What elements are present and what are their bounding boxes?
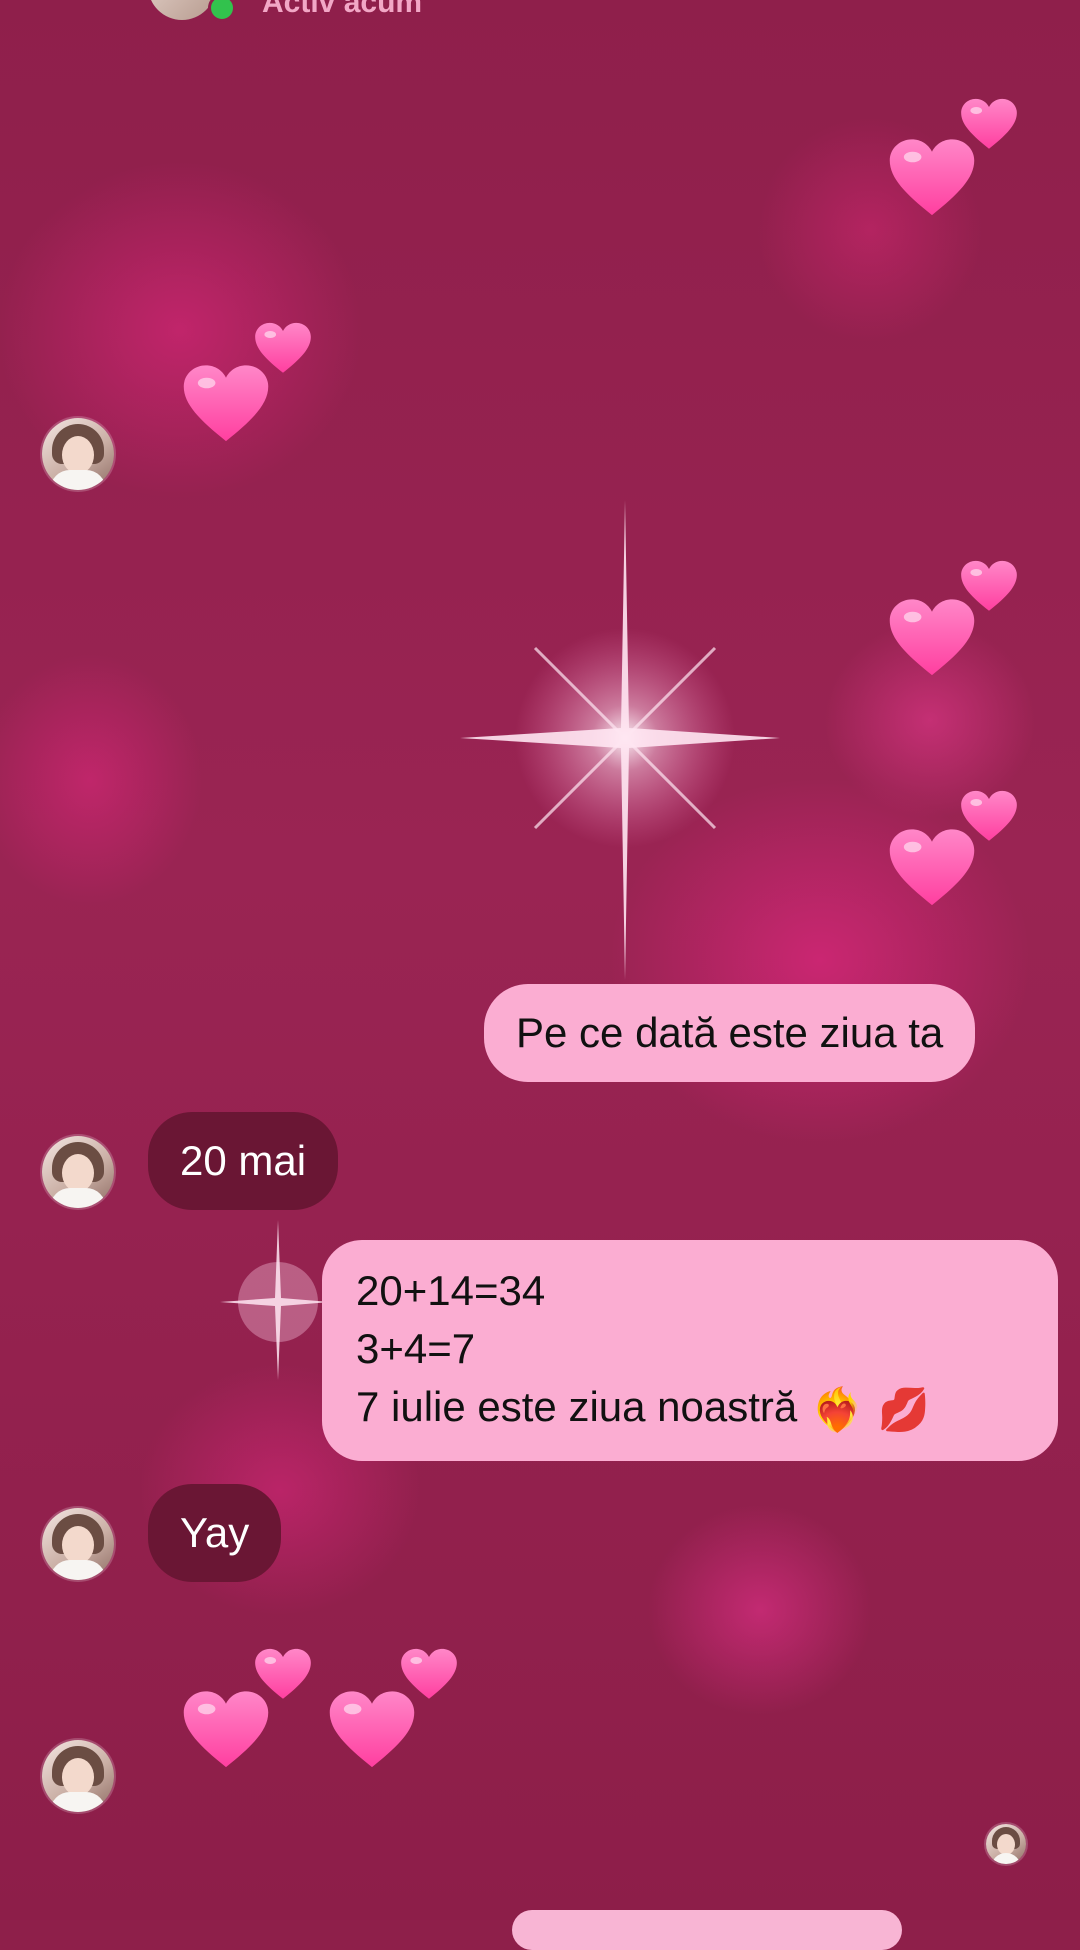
contact-status: Activ acum (262, 0, 423, 19)
chat-header: Activ acum (0, 0, 1080, 24)
two-hearts-icon[interactable] (328, 1648, 458, 1778)
contact-avatar[interactable] (42, 418, 114, 490)
message-bubble-outgoing[interactable]: 20+14=34 3+4=7 7 iulie este ziua noastră… (322, 1240, 1058, 1461)
message-text-line: 3+4=7 (356, 1325, 476, 1372)
message-bubble-incoming[interactable]: Yay (148, 1484, 282, 1582)
kiss-mark-icon: 💋 (877, 1385, 930, 1433)
heart-on-fire-icon: ❤️‍🔥 (811, 1385, 864, 1433)
two-hearts-icon[interactable] (182, 322, 312, 452)
two-hearts-icon[interactable] (888, 790, 1018, 920)
message-text-line: 20+14=34 (356, 1267, 546, 1314)
message-text-line: 7 iulie este ziua noastră ❤️‍🔥 💋 (356, 1378, 1024, 1439)
next-message-bubble[interactable] (512, 1910, 902, 1950)
message-bubble-outgoing[interactable]: Pe ce dată este ziua ta (484, 984, 976, 1082)
seen-avatar (986, 1824, 1026, 1864)
contact-avatar[interactable] (42, 1136, 114, 1208)
message-bubble-incoming[interactable]: 20 mai (148, 1112, 339, 1210)
message-text: Yay (180, 1509, 250, 1556)
contact-avatar[interactable] (42, 1508, 114, 1580)
contact-avatar[interactable] (148, 0, 216, 20)
chat-wallpaper (0, 0, 1080, 1920)
online-dot-icon (208, 0, 236, 22)
message-text: Pe ce dată este ziua ta (516, 1009, 944, 1056)
contact-avatar[interactable] (42, 1740, 114, 1812)
two-hearts-icon[interactable] (888, 560, 1018, 690)
message-text: 20 mai (180, 1137, 307, 1184)
two-hearts-icon[interactable] (888, 98, 1018, 228)
two-hearts-icon[interactable] (182, 1648, 312, 1778)
